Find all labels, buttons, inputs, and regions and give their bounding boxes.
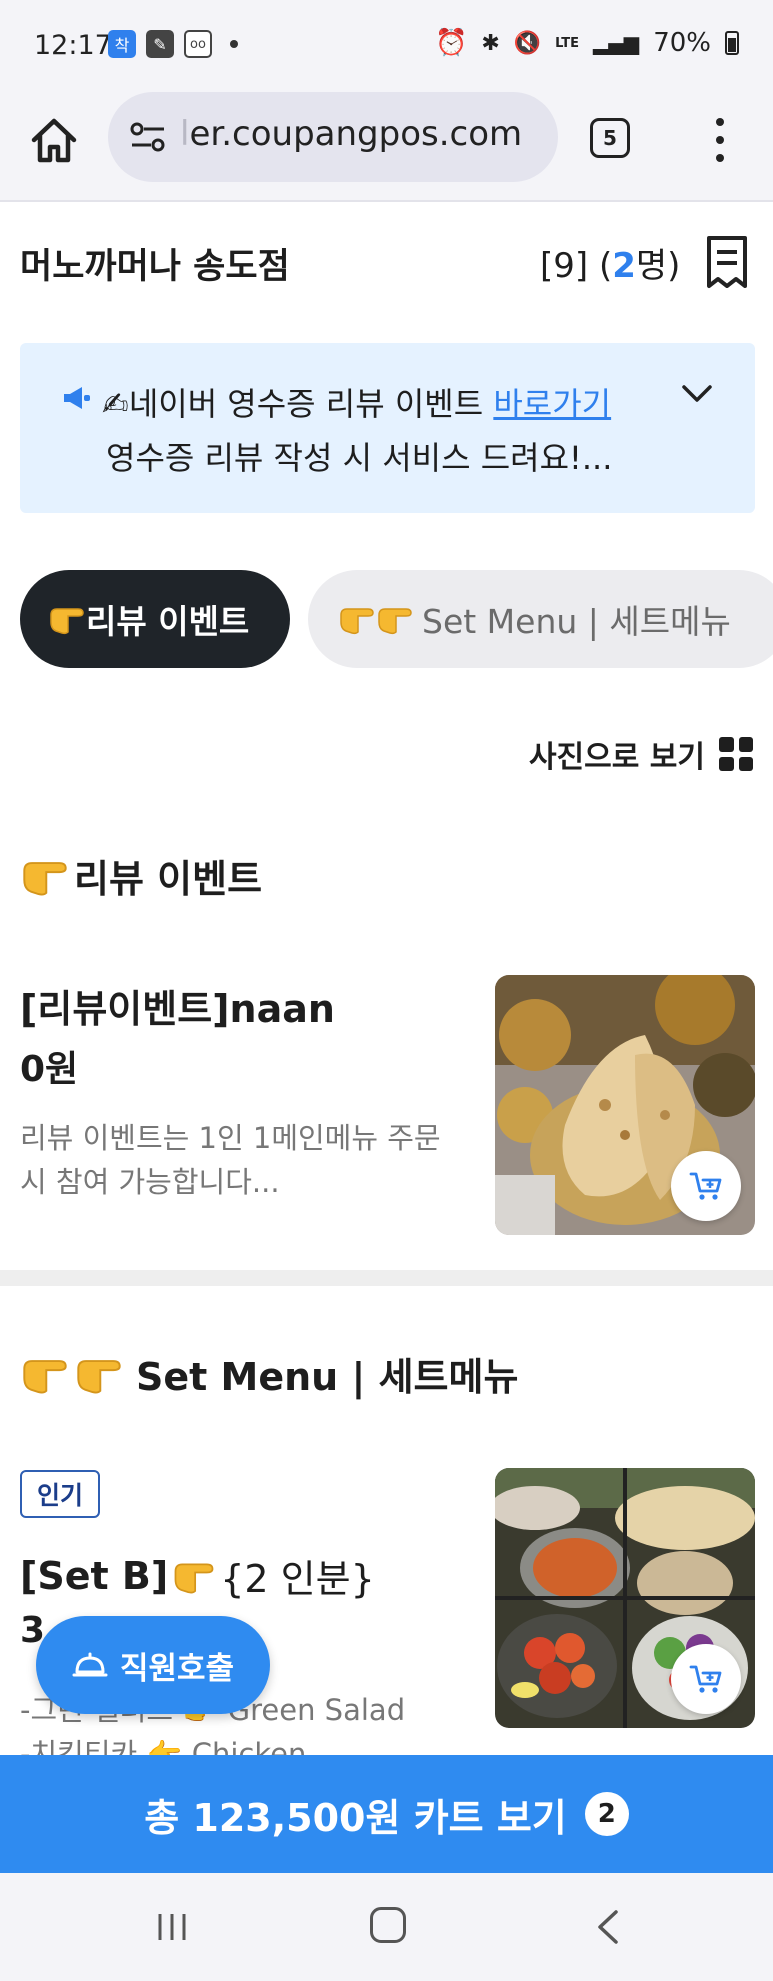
- staff-call-button[interactable]: 직원호출: [36, 1616, 270, 1714]
- more-notifications-icon: [230, 40, 238, 48]
- signal-icon: ▂▄▆: [593, 31, 640, 55]
- megaphone-icon: [64, 387, 90, 409]
- staff-call-label: 직원호출: [119, 1650, 235, 1687]
- section-title-text: 리뷰 이벤트: [74, 857, 263, 901]
- notice-link[interactable]: 바로가기: [493, 385, 611, 423]
- item-name: [Set B] {2 인분}: [20, 1548, 375, 1603]
- table-info: [9] (2명): [540, 238, 680, 287]
- mute-icon: 🔇: [513, 30, 542, 56]
- system-nav-bar: [0, 1873, 773, 1981]
- cart-count-badge: 2: [584, 1792, 629, 1836]
- item-photo-naan[interactable]: [495, 975, 755, 1235]
- item-price: 0원: [20, 1049, 79, 1090]
- status-bar: 12:17 착 ✎ oo ⏰ ✱ 🔇 LTE ▂▄▆ 70%: [0, 0, 773, 90]
- recent-apps-icon[interactable]: [154, 1911, 190, 1943]
- service-bell-icon: [72, 1652, 108, 1677]
- popular-badge: 인기: [20, 1470, 100, 1518]
- url-text: ler.coupangpos.com: [180, 114, 523, 154]
- notice-text: ✍네이버 영수증 리뷰 이벤트 바로가기: [102, 379, 611, 425]
- tab-switcher-button[interactable]: 5: [590, 118, 630, 158]
- section-divider: [0, 1270, 773, 1286]
- chip-label: 리뷰 이벤트: [86, 602, 250, 641]
- more-menu-icon[interactable]: [700, 116, 740, 164]
- bluetooth-icon: ✱: [481, 30, 500, 56]
- notice-title: ✍네이버 영수증 리뷰 이벤트: [102, 385, 494, 423]
- notice-subtext: 영수증 리뷰 작성 시 서비스 드려요!...: [106, 439, 613, 477]
- add-to-cart-icon: [689, 1172, 722, 1200]
- item-name-text: [Set B]: [20, 1553, 169, 1598]
- pointing-finger-icon: [378, 608, 412, 635]
- add-to-cart-button[interactable]: [671, 1644, 741, 1714]
- chevron-down-icon[interactable]: [680, 383, 714, 405]
- address-bar[interactable]: ler.coupangpos.com: [108, 92, 558, 182]
- party-size: 2: [612, 246, 636, 286]
- status-time: 12:17: [34, 30, 112, 61]
- pointing-finger-icon: [77, 1359, 121, 1394]
- item-name-suffix: {2 인분}: [220, 1557, 375, 1601]
- pointing-finger-icon: [23, 1359, 67, 1394]
- pointing-finger-icon: [174, 1563, 214, 1593]
- section-title-set-menu: Set Menu | 세트메뉴: [20, 1346, 518, 1401]
- store-name: 머노까머나 송도점: [20, 247, 290, 287]
- site-settings-icon[interactable]: [128, 120, 168, 154]
- grid-icon: [719, 737, 753, 771]
- chip-label: Set Menu | 세트메뉴: [422, 602, 731, 641]
- item-description: 리뷰 이벤트는 1인 1메인메뉴 주문 시 참여 가능합니다...: [20, 1121, 441, 1199]
- add-to-cart-icon: [689, 1665, 722, 1693]
- pointing-finger-icon: [23, 861, 67, 896]
- view-cart-button[interactable]: 총 123,500원 카트 보기 2: [0, 1755, 773, 1873]
- notice-banner[interactable]: ✍네이버 영수증 리뷰 이벤트 바로가기 영수증 리뷰 작성 시 서비스 드려요…: [20, 343, 755, 513]
- url-value: er.coupangpos.com: [189, 114, 523, 154]
- item-name: [리뷰이벤트]naan: [20, 987, 335, 1031]
- pointing-finger-icon: [50, 608, 84, 635]
- voicemail-icon: oo: [184, 30, 212, 58]
- kakao-navi-icon: 착: [108, 30, 136, 58]
- item-photo-set-b[interactable]: [495, 1468, 755, 1728]
- battery-icon: [725, 31, 739, 55]
- item-desc-line2-en: Chicken: [191, 1737, 307, 1755]
- battery-level: 70%: [653, 28, 711, 58]
- section-title-review-event: 리뷰 이벤트: [20, 848, 262, 903]
- alarm-icon: ⏰: [434, 28, 468, 58]
- home-button-icon[interactable]: [370, 1907, 406, 1943]
- notification-icons: 착 ✎ oo: [108, 30, 238, 58]
- status-right: ⏰ ✱ 🔇 LTE ▂▄▆ 70%: [435, 28, 739, 58]
- edit-icon: ✎: [146, 30, 174, 58]
- category-chip-review-event[interactable]: 리뷰 이벤트: [20, 570, 290, 668]
- lte-icon: LTE: [555, 35, 580, 51]
- back-icon[interactable]: [594, 1909, 620, 1945]
- table-prefix: [9] (: [540, 246, 613, 286]
- browser-toolbar: ler.coupangpos.com 5: [0, 90, 773, 202]
- item-desc-line2: -치킨티카: [20, 1737, 138, 1755]
- receipt-icon[interactable]: [704, 234, 750, 290]
- cart-total-label: 총 123,500원 카트 보기: [144, 1795, 567, 1840]
- home-icon[interactable]: [28, 114, 80, 166]
- section-title-text: Set Menu | 세트메뉴: [136, 1355, 519, 1399]
- party-suffix: 명): [635, 246, 681, 286]
- photo-view-toggle[interactable]: 사진으로 보기: [529, 732, 753, 776]
- add-to-cart-button[interactable]: [671, 1151, 741, 1221]
- photo-view-label: 사진으로 보기: [528, 740, 705, 775]
- pointing-finger-icon: [340, 608, 374, 635]
- category-chip-set-menu[interactable]: Set Menu | 세트메뉴: [308, 570, 773, 668]
